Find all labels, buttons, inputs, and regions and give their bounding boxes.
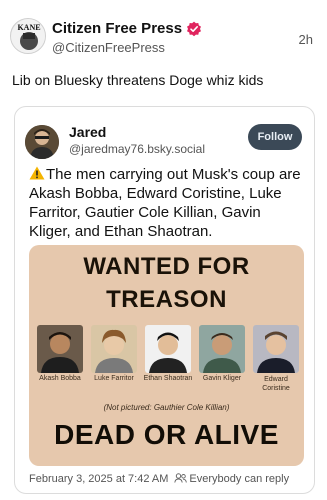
post-text: Lib on Bluesky threatens Doge whiz kids	[12, 72, 264, 88]
quoted-post-card[interactable]: Jared @jaredmay76.bsky.social Follow The…	[14, 106, 315, 494]
poster-name-label: Akash Bobba	[39, 375, 81, 382]
quoted-post-body: The men carrying out Musk's coup are Aka…	[29, 166, 301, 240]
poster-photo	[199, 325, 245, 373]
quoted-author-avatar[interactable]	[25, 125, 59, 159]
poster-name-label: Edward Coristine	[262, 376, 290, 392]
author-avatar[interactable]: KANE	[10, 18, 46, 54]
poster-bottom-text: DEAD OR ALIVE	[54, 419, 279, 450]
wanted-poster-image[interactable]: WANTED FOR TREASON Akash Bobba Luke Farr…	[29, 245, 304, 466]
poster-name-label: Gavin Kliger	[202, 375, 242, 382]
quoted-post-footer: February 3, 2025 at 7:42 AM Everybody can…	[29, 473, 289, 485]
verified-badge-icon	[187, 21, 201, 37]
author-handle[interactable]: @CitizenFreePress	[52, 40, 165, 55]
poster-not-pictured: (Not pictured: Gauthier Cole Killian)	[103, 403, 230, 412]
quoted-post-text: The men carrying out Musk's coup are Aka…	[29, 165, 305, 241]
poster-title-line1: WANTED FOR	[83, 253, 250, 280]
follow-button[interactable]: Follow	[248, 124, 302, 150]
poster-photo	[253, 325, 299, 373]
post-header: KANE Citizen Free Press @CitizenFreePres…	[10, 18, 317, 60]
author-name[interactable]: Citizen Free Press	[52, 20, 182, 37]
people-icon	[174, 473, 188, 483]
poster-photo	[145, 325, 191, 373]
warning-icon	[29, 166, 45, 180]
avatar-text: KANE	[17, 23, 40, 32]
quoted-post-date[interactable]: February 3, 2025 at 7:42 AM	[29, 473, 168, 485]
quoted-author-name[interactable]: Jared	[69, 124, 106, 140]
poster-title-line2: TREASON	[106, 286, 227, 313]
quoted-author-handle[interactable]: @jaredmay76.bsky.social	[69, 142, 205, 156]
poster-name-label: Luke Farritor	[94, 375, 134, 382]
poster-photo	[91, 325, 137, 373]
poster-name-label: Ethan Shaotran	[143, 375, 193, 382]
poster-photo	[37, 325, 83, 373]
post-time[interactable]: 2h	[299, 32, 313, 47]
reply-visibility[interactable]: Everybody can reply	[189, 473, 289, 485]
